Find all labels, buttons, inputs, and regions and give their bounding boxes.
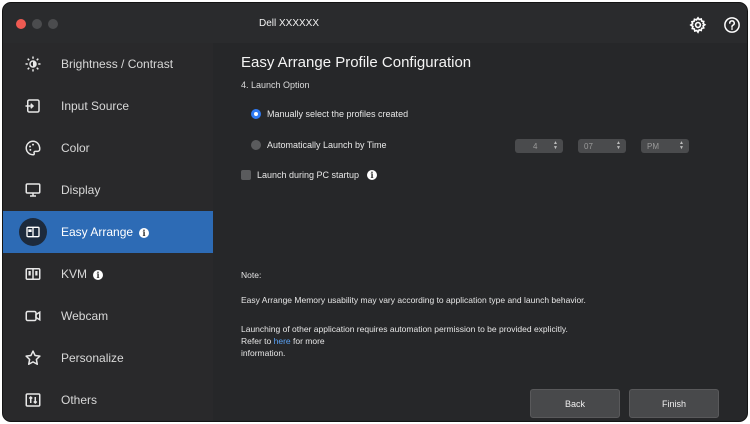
sidebar-item-label: Input Source: [61, 99, 130, 113]
info-icon[interactable]: i: [139, 227, 150, 238]
finish-button[interactable]: Finish: [629, 389, 719, 418]
radio-auto-option[interactable]: Automatically Launch by Time: [251, 140, 387, 150]
note-refer-line: Refer to here for more: [241, 335, 325, 347]
app-title: Dell XXXXXX: [259, 18, 320, 29]
star-icon: [21, 346, 45, 370]
stepper-arrows-icon[interactable]: ▲ ▼: [615, 141, 622, 151]
sidebar-item-label: Brightness / Contrast: [61, 57, 174, 71]
sidebar-item-personalize[interactable]: Personalize: [3, 337, 213, 379]
app-window: Dell XXXXXX Brightness / Contrast Input …: [2, 2, 748, 422]
note-refer-end: information.: [241, 348, 286, 358]
minute-value: 07: [584, 141, 593, 151]
minute-stepper[interactable]: 07 ▲ ▼: [578, 139, 626, 153]
main-panel: Easy Arrange Profile Configuration 4. La…: [213, 43, 747, 421]
page-title: Easy Arrange Profile Configuration: [241, 54, 472, 71]
note-refer-suffix: for more: [293, 336, 325, 346]
maximize-window-button[interactable]: [48, 19, 58, 29]
info-icon[interactable]: i: [367, 170, 378, 180]
close-window-button[interactable]: [16, 19, 26, 29]
monitor-icon: [21, 178, 45, 202]
sidebar-item-webcam[interactable]: Webcam: [3, 295, 213, 337]
gear-icon[interactable]: [689, 16, 707, 34]
sidebar-item-label: KVM i: [61, 267, 104, 281]
layout-icon: [19, 218, 47, 246]
sidebar-item-label: Display: [61, 183, 101, 197]
webcam-icon: [21, 304, 45, 328]
sidebar-item-display[interactable]: Display: [3, 169, 213, 211]
title-bar: Dell XXXXXX: [3, 3, 747, 43]
stepper-arrows-icon[interactable]: ▲ ▼: [678, 141, 685, 151]
sidebar-item-others[interactable]: Others: [3, 379, 213, 421]
sidebar-item-input-source[interactable]: Input Source: [3, 85, 213, 127]
info-icon[interactable]: i: [93, 269, 104, 280]
sidebar: Brightness / Contrast Input Source Color…: [3, 43, 213, 421]
back-button[interactable]: Back: [530, 389, 620, 418]
kvm-icon: [21, 262, 45, 286]
note-text-1: Easy Arrange Memory usability may vary a…: [241, 295, 586, 305]
help-circle-icon[interactable]: [723, 16, 741, 34]
note-text-2: Launching of other application requires …: [241, 324, 568, 334]
sidebar-item-label: Easy Arrange i: [61, 225, 150, 239]
sidebar-item-label: Personalize: [61, 351, 124, 365]
sidebar-item-label-text: Easy Arrange: [61, 225, 134, 239]
period-value: PM: [647, 141, 659, 151]
input-arrow-icon: [21, 94, 45, 118]
sidebar-item-label: Color: [61, 141, 90, 155]
sidebar-item-label-text: KVM: [61, 267, 88, 281]
sidebar-item-label: Others: [61, 393, 98, 407]
period-stepper[interactable]: PM ▲ ▼: [641, 139, 689, 153]
hour-stepper[interactable]: 4 ▲ ▼: [515, 139, 563, 153]
sidebar-item-label: Webcam: [61, 309, 109, 323]
note-heading: Note:: [241, 270, 262, 280]
radio-manual-option[interactable]: Manually select the profiles created: [251, 109, 408, 119]
radio-manual-label: Manually select the profiles created: [267, 109, 409, 119]
radio-button-selected[interactable]: [251, 109, 261, 119]
hour-value: 4: [533, 141, 538, 151]
palette-icon: [21, 136, 45, 160]
stepper-arrows-icon[interactable]: ▲ ▼: [552, 141, 559, 151]
launch-startup-label: Launch during PC startup: [257, 170, 360, 180]
minimize-window-button[interactable]: [32, 19, 42, 29]
radio-button-unselected[interactable]: [251, 140, 261, 150]
sidebar-item-color[interactable]: Color: [3, 127, 213, 169]
sidebar-item-easy-arrange[interactable]: Easy Arrange i: [3, 211, 213, 253]
others-icon: [21, 388, 45, 412]
launch-startup-option[interactable]: Launch during PC startup i: [241, 170, 378, 180]
sidebar-item-brightness-contrast[interactable]: Brightness / Contrast: [3, 43, 213, 85]
note-refer-prefix: Refer to: [241, 336, 272, 346]
sidebar-item-kvm[interactable]: KVM i: [3, 253, 213, 295]
radio-auto-label: Automatically Launch by Time: [267, 140, 387, 150]
step-label: 4. Launch Option: [241, 80, 310, 90]
help-link[interactable]: here: [274, 336, 291, 346]
launch-startup-checkbox[interactable]: [241, 170, 251, 180]
sun-icon: [21, 52, 45, 76]
